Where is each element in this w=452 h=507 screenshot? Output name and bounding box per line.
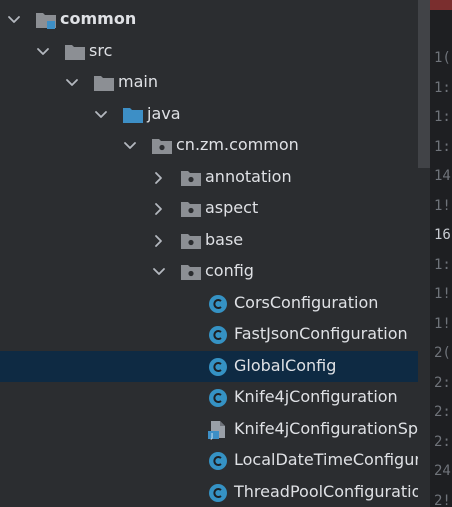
module-folder-icon <box>35 10 57 30</box>
class-icon <box>207 388 229 408</box>
scrollbar-thumb[interactable] <box>418 0 430 168</box>
editor-line-gutter: 1( 1: 1: 1: 14 1! 16 1: 1! 1! 2( 2: 2: 2: 24 2! <box>430 0 452 507</box>
line-number: 2: <box>434 404 451 420</box>
line-number: 1: <box>434 139 451 155</box>
line-number: 1! <box>434 198 451 214</box>
editor-tab-indicator <box>430 0 452 10</box>
folder-icon <box>93 73 115 93</box>
tree-item-aspect[interactable]: aspect <box>0 193 418 224</box>
class-icon <box>207 325 229 345</box>
tree-item-src[interactable]: src <box>0 36 418 67</box>
tree-item-label: CorsConfiguration <box>234 293 379 312</box>
chevron-down-icon[interactable] <box>122 138 138 154</box>
line-number: 1( <box>434 50 451 66</box>
tree-item-label: FastJsonConfiguration <box>234 324 408 343</box>
tree-item-knife4jconfiguration[interactable]: Knife4jConfiguration <box>0 382 418 413</box>
class-icon <box>207 483 229 503</box>
tree-item-label: main <box>118 72 158 91</box>
tree-item-main[interactable]: main <box>0 67 418 98</box>
svg-text:J: J <box>210 432 213 440</box>
class-icon <box>207 294 229 314</box>
tree-item-label: config <box>205 261 254 280</box>
line-number: 2: <box>434 375 451 391</box>
tree-item-localdatetimeconfigur[interactable]: LocalDateTimeConfigur <box>0 445 418 476</box>
tree-item-label: Knife4jConfiguration <box>234 387 398 406</box>
tree-item-label: java <box>147 104 181 123</box>
chevron-down-icon[interactable] <box>6 12 22 28</box>
tree-item-annotation[interactable]: annotation <box>0 162 418 193</box>
project-tree[interactable]: common src main java cn.zm.common annotation a… <box>0 0 418 507</box>
tree-item-label: src <box>89 41 113 60</box>
line-number: 1! <box>434 316 451 332</box>
tree-item-corsconfiguration[interactable]: CorsConfiguration <box>0 288 418 319</box>
chevron-down-icon[interactable] <box>151 264 167 280</box>
line-number: 24 <box>434 463 451 479</box>
line-number: 1! <box>434 286 451 302</box>
tree-item-label: ThreadPoolConfiguratio <box>234 482 418 501</box>
class-icon <box>207 357 229 377</box>
tree-item-label: annotation <box>205 167 292 186</box>
package-icon <box>180 168 202 188</box>
line-number: 2( <box>434 345 451 361</box>
chevron-right-icon[interactable] <box>151 233 167 249</box>
tree-item-label: aspect <box>205 198 259 217</box>
tree-item-knife4jconfigurationspr[interactable]: J Knife4jConfigurationSpr <box>0 414 418 445</box>
line-number: 16 <box>434 227 451 243</box>
tree-item-label: cn.zm.common <box>176 135 299 154</box>
package-icon <box>180 262 202 282</box>
line-number: 14 <box>434 168 451 184</box>
tree-item-config[interactable]: config <box>0 256 418 287</box>
line-number: 2! <box>434 493 451 507</box>
java-file-icon: J <box>207 420 229 440</box>
chevron-down-icon[interactable] <box>35 44 51 60</box>
package-icon <box>180 231 202 251</box>
line-number: 1: <box>434 109 451 125</box>
tree-item-label: LocalDateTimeConfigur <box>234 450 418 469</box>
tree-item-fastjsonconfiguration[interactable]: FastJsonConfiguration <box>0 319 418 350</box>
tree-item-threadpoolconfiguratio[interactable]: ThreadPoolConfiguratio <box>0 477 418 507</box>
chevron-down-icon[interactable] <box>93 107 109 123</box>
tree-item-common[interactable]: common <box>0 4 418 35</box>
tree-item-cn-zm-common[interactable]: cn.zm.common <box>0 130 418 161</box>
tree-item-label: Knife4jConfigurationSpr <box>234 419 418 438</box>
chevron-right-icon[interactable] <box>151 170 167 186</box>
class-icon <box>207 451 229 471</box>
folder-icon <box>64 42 86 62</box>
tree-item-label: common <box>60 9 137 28</box>
tree-item-globalconfig[interactable]: GlobalConfig <box>0 351 418 382</box>
package-icon <box>180 199 202 219</box>
package-icon <box>151 136 173 156</box>
line-number: 1: <box>434 80 451 96</box>
line-number: 2: <box>434 434 451 450</box>
tree-item-java[interactable]: java <box>0 99 418 130</box>
chevron-right-icon[interactable] <box>151 201 167 217</box>
chevron-down-icon[interactable] <box>64 75 80 91</box>
source-folder-icon <box>122 105 144 125</box>
tree-item-label: base <box>205 230 244 249</box>
tree-item-label: GlobalConfig <box>234 356 337 375</box>
tree-item-base[interactable]: base <box>0 225 418 256</box>
line-number: 1: <box>434 257 451 273</box>
